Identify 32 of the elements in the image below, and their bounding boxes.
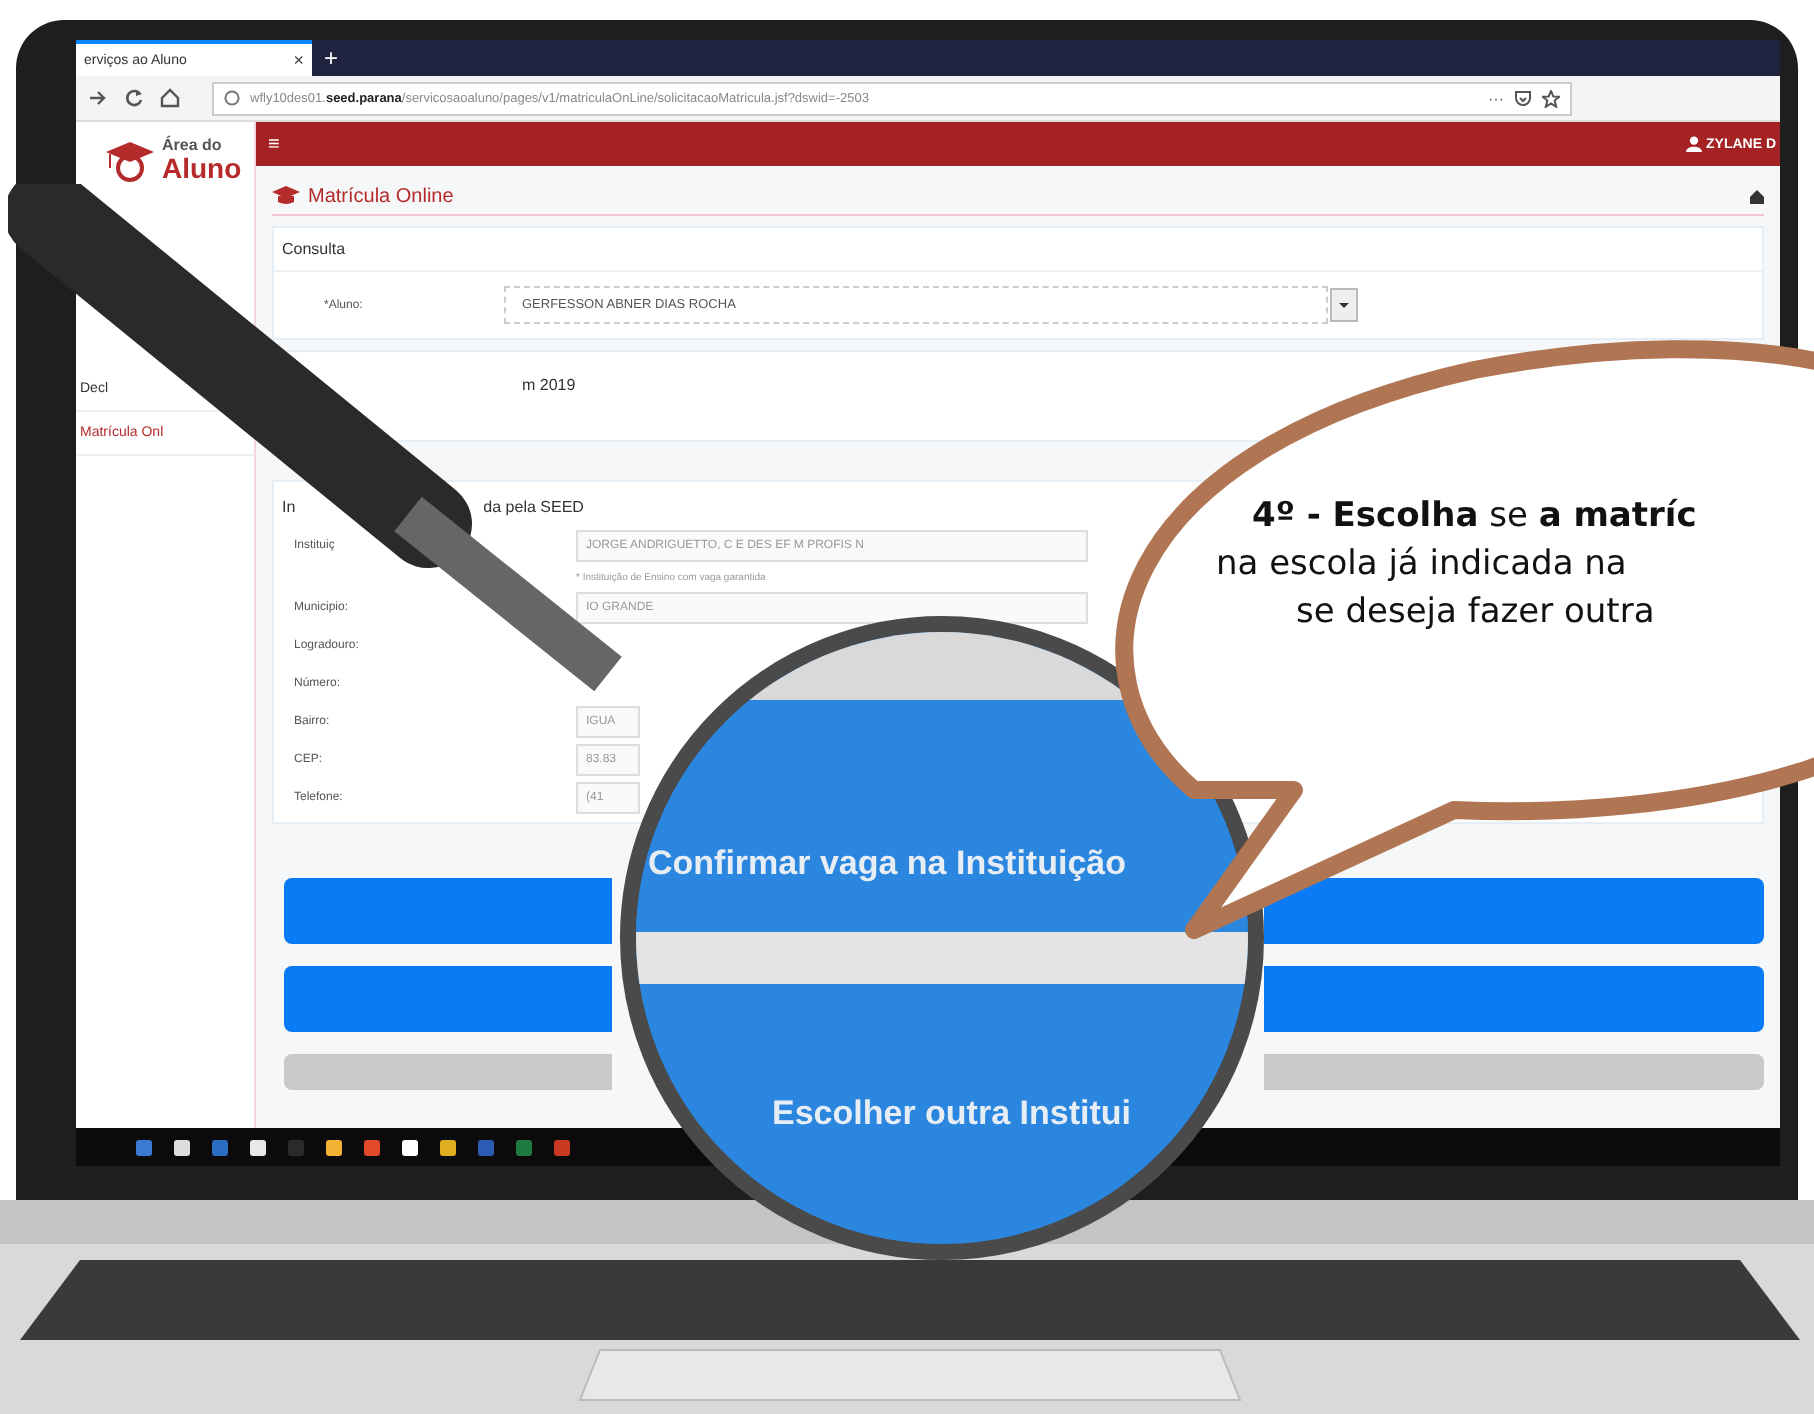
app-icon[interactable] (174, 1139, 190, 1155)
info-icon[interactable] (224, 90, 240, 106)
close-icon[interactable]: × (293, 50, 304, 70)
user-icon[interactable] (1686, 136, 1702, 152)
home-icon[interactable] (1750, 189, 1764, 203)
star-icon[interactable] (1542, 89, 1560, 107)
reload-icon[interactable] (124, 88, 144, 108)
app-icon[interactable] (326, 1139, 342, 1155)
pocket-icon[interactable] (1514, 89, 1532, 107)
section-title: In (282, 498, 296, 516)
app-icon[interactable] (250, 1139, 266, 1155)
logo-text: Área do (162, 138, 224, 154)
menu-icon[interactable]: ≡ (268, 133, 280, 155)
callout-text: se deseja fazer outra (1294, 590, 1657, 636)
page-title: Matrícula Online (308, 185, 454, 207)
home-icon[interactable] (160, 88, 180, 108)
forward-icon[interactable] (88, 88, 108, 108)
panel-title: Consulta (274, 228, 1762, 272)
section-title: m 2019 (520, 376, 576, 394)
graduation-cap-icon[interactable] (104, 138, 156, 182)
graduation-cap-icon[interactable] (272, 186, 300, 206)
section-title: da pela SEED (483, 498, 584, 516)
new-tab-button[interactable]: + (312, 40, 351, 76)
button-label: Confirmar vaga na Instituição (648, 844, 1126, 884)
app-icon[interactable] (440, 1139, 456, 1155)
more-icon[interactable]: ··· (1488, 89, 1504, 107)
callout-text: 4º - Escolha se a matríc (1250, 494, 1699, 540)
dropdown-caret-icon[interactable] (1330, 288, 1358, 322)
logo-text: Aluno (162, 154, 242, 182)
app-icon[interactable] (402, 1139, 418, 1155)
callout-text: na escola já indicada na (1214, 542, 1629, 588)
button-label: Escolher outra Institui (772, 1094, 1131, 1134)
